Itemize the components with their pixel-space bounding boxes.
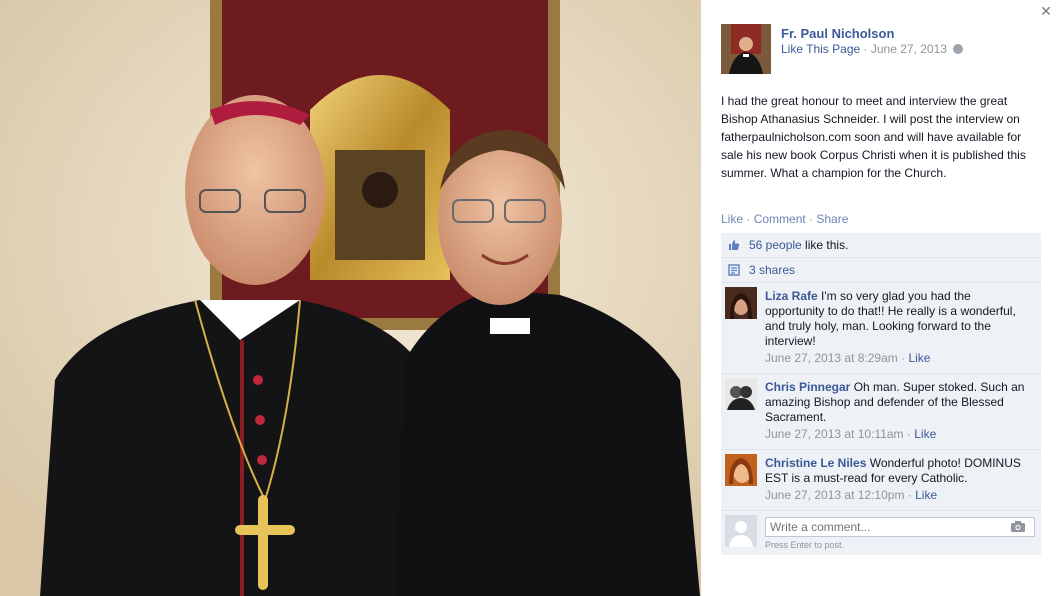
commenter-avatar[interactable] [725, 287, 757, 319]
ufi-box: 56 people like this. 3 shares Liza Rafe … [721, 233, 1041, 555]
likes-suffix: like this. [801, 238, 849, 252]
comment-body: Chris Pinnegar Oh man. Super stoked. Suc… [765, 380, 1033, 425]
comment-time[interactable]: June 27, 2013 at 8:29am [765, 351, 898, 365]
thumbs-up-icon [729, 240, 740, 250]
comment-time[interactable]: June 27, 2013 at 10:11am [765, 427, 904, 441]
post-header: Fr. Paul Nicholson Like This Page · June… [721, 24, 1041, 74]
likes-count-link[interactable]: 56 people [749, 238, 802, 252]
post-actions: Like · Comment · Share [721, 212, 848, 226]
comment-item: Christine Le Niles Wonderful photo! DOMI… [721, 450, 1041, 511]
comment-item: Chris Pinnegar Oh man. Super stoked. Suc… [721, 374, 1041, 450]
comment-meta: June 27, 2013 at 12:10pm · Like [765, 488, 938, 502]
composer-hint: Press Enter to post. [765, 540, 845, 550]
shares-link[interactable]: 3 shares [749, 263, 795, 277]
post-photo [0, 0, 701, 596]
comment-meta: June 27, 2013 at 10:11am · Like [765, 427, 937, 441]
commenter-name[interactable]: Chris Pinnegar [765, 380, 850, 394]
comment-composer: Press Enter to post. [721, 511, 1041, 555]
post-date[interactable]: June 27, 2013 [871, 42, 947, 56]
page-avatar[interactable] [721, 24, 771, 74]
page-name-link[interactable]: Fr. Paul Nicholson [781, 26, 894, 41]
comment-meta: June 27, 2013 at 8:29am · Like [765, 351, 931, 365]
comment-input[interactable] [765, 517, 1035, 537]
commenter-avatar[interactable] [725, 454, 757, 486]
meta-separator: · [863, 42, 868, 56]
comment-item: Liza Rafe I'm so very glad you had the o… [721, 283, 1041, 374]
commenter-name[interactable]: Liza Rafe [765, 289, 818, 303]
like-action[interactable]: Like [721, 212, 743, 226]
comment-time[interactable]: June 27, 2013 at 12:10pm [765, 488, 904, 502]
comment-body: Christine Le Niles Wonderful photo! DOMI… [765, 456, 1033, 486]
commenter-name[interactable]: Christine Le Niles [765, 456, 866, 470]
comment-body: Liza Rafe I'm so very glad you had the o… [765, 289, 1033, 349]
shares-row: 3 shares [721, 258, 1041, 283]
commenter-avatar[interactable] [725, 378, 757, 410]
comment-like-link[interactable]: Like [914, 427, 936, 441]
comment-like-link[interactable]: Like [908, 351, 930, 365]
comment-like-link[interactable]: Like [915, 488, 937, 502]
post-panel: ✕ Fr. Paul Nicholson Like This Page · Ju… [701, 0, 1059, 596]
camera-icon[interactable] [1011, 521, 1025, 532]
action-separator: · [743, 212, 754, 226]
action-separator: · [805, 212, 817, 226]
post-text: I had the great honour to meet and inter… [721, 94, 1026, 180]
viewer-avatar [725, 515, 757, 547]
close-icon[interactable]: ✕ [1039, 4, 1053, 18]
like-page-link[interactable]: Like This Page [781, 42, 860, 56]
globe-icon [953, 44, 964, 54]
comment-action[interactable]: Comment [754, 212, 806, 226]
post-meta: Like This Page · June 27, 2013 [781, 42, 964, 56]
likes-row: 56 people like this. [721, 233, 1041, 258]
share-action[interactable]: Share [816, 212, 848, 226]
share-icon [728, 264, 740, 276]
